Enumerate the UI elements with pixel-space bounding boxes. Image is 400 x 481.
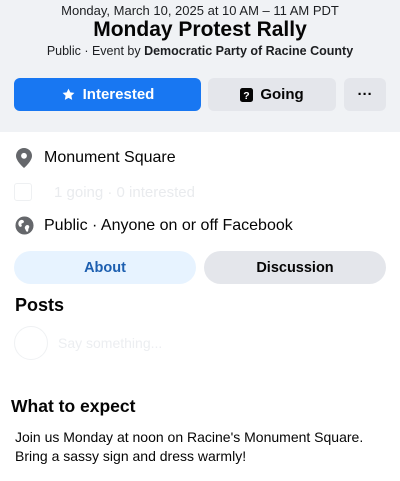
privacy-text: Public · Anyone on or off Facebook (44, 216, 293, 234)
composer-placeholder: Say something... (58, 335, 163, 351)
tab-discussion[interactable]: Discussion (204, 251, 386, 284)
page-title: Monday Protest Rally (93, 18, 307, 41)
location-row[interactable]: Monument Square (14, 148, 176, 168)
event-subtitle: Public · Event by Democratic Party of Ra… (0, 44, 400, 58)
tab-about[interactable]: About (14, 251, 196, 284)
star-icon (61, 87, 76, 102)
interested-label: Interested (82, 86, 155, 103)
event-date: Monday, March 10, 2025 at 10 AM – 11 AM … (61, 3, 339, 18)
event-page: Monday, March 10, 2025 at 10 AM – 11 AM … (0, 0, 400, 481)
event-visibility-host: Public · Event by (46, 44, 145, 58)
organizer-link[interactable]: Democratic Party of Racine County (144, 44, 353, 58)
globe-icon (14, 216, 34, 235)
event-description: Join us Monday at noon on Racine's Monum… (15, 429, 364, 464)
attendance-row: 1 going · 0 interested (14, 183, 195, 201)
location-text: Monument Square (44, 149, 176, 166)
svg-text:?: ? (244, 90, 250, 102)
more-icon: ··· (357, 86, 373, 103)
what-to-expect-heading: What to expect (11, 396, 136, 416)
going-label: Going (260, 86, 304, 103)
attendance-icon (14, 183, 32, 201)
more-options-button[interactable]: ··· (344, 78, 386, 111)
post-composer[interactable]: Say something... (14, 326, 162, 360)
posts-heading: Posts (15, 295, 65, 315)
privacy-row: Public · Anyone on or off Facebook (14, 216, 293, 235)
question-icon: ? (240, 87, 254, 102)
interested-button[interactable]: Interested (14, 78, 201, 111)
attendance-text: 1 going · 0 interested (54, 183, 195, 201)
location-pin-icon (14, 148, 34, 168)
event-header: Monday, March 10, 2025 at 10 AM – 11 AM … (0, 0, 400, 132)
going-button[interactable]: ? Going (208, 78, 336, 111)
avatar (14, 326, 48, 360)
